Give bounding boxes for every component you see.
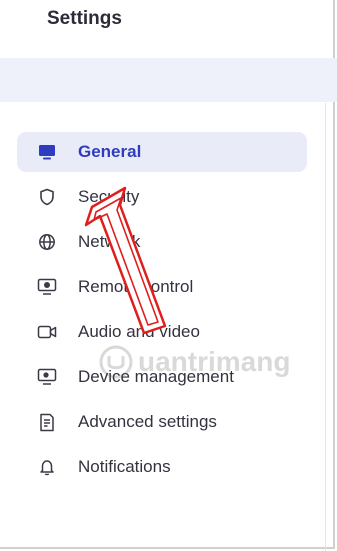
sidebar-item-label: Audio and video [78,322,200,341]
remote-screen-icon [36,276,58,298]
sidebar-item-general[interactable]: General [17,132,307,172]
shield-icon [36,186,58,208]
sidebar-item-network[interactable]: Network [17,222,307,262]
sidebar-item-notifications[interactable]: Notifications [17,447,307,487]
sidebar-item-label: Device management [78,367,234,386]
sidebar-item-label: General [78,142,142,161]
sidebar-item-device-management[interactable]: Device management [17,357,307,397]
video-camera-icon [36,321,58,343]
sidebar-item-advanced-settings[interactable]: Advanced settings [17,402,307,442]
monitor-icon [36,141,58,163]
sidebar-item-label: Advanced settings [78,412,217,431]
header-band [0,58,337,102]
sidebar-item-audio-video[interactable]: Audio and video [17,312,307,352]
bell-icon [36,456,58,478]
device-settings-icon [36,366,58,388]
page-title: Settings [47,8,122,29]
sidebar-item-label: Security [78,187,140,206]
settings-nav: General Security Network Remote control … [17,132,307,492]
sidebar-item-remote-control[interactable]: Remote control [17,267,307,307]
globe-icon [36,231,58,253]
panel-divider [325,103,326,551]
sidebar-item-label: Remote control [78,277,194,296]
document-settings-icon [36,411,58,433]
sidebar-item-security[interactable]: Security [17,177,307,217]
sidebar-item-label: Network [78,232,141,251]
sidebar-item-label: Notifications [78,457,171,476]
